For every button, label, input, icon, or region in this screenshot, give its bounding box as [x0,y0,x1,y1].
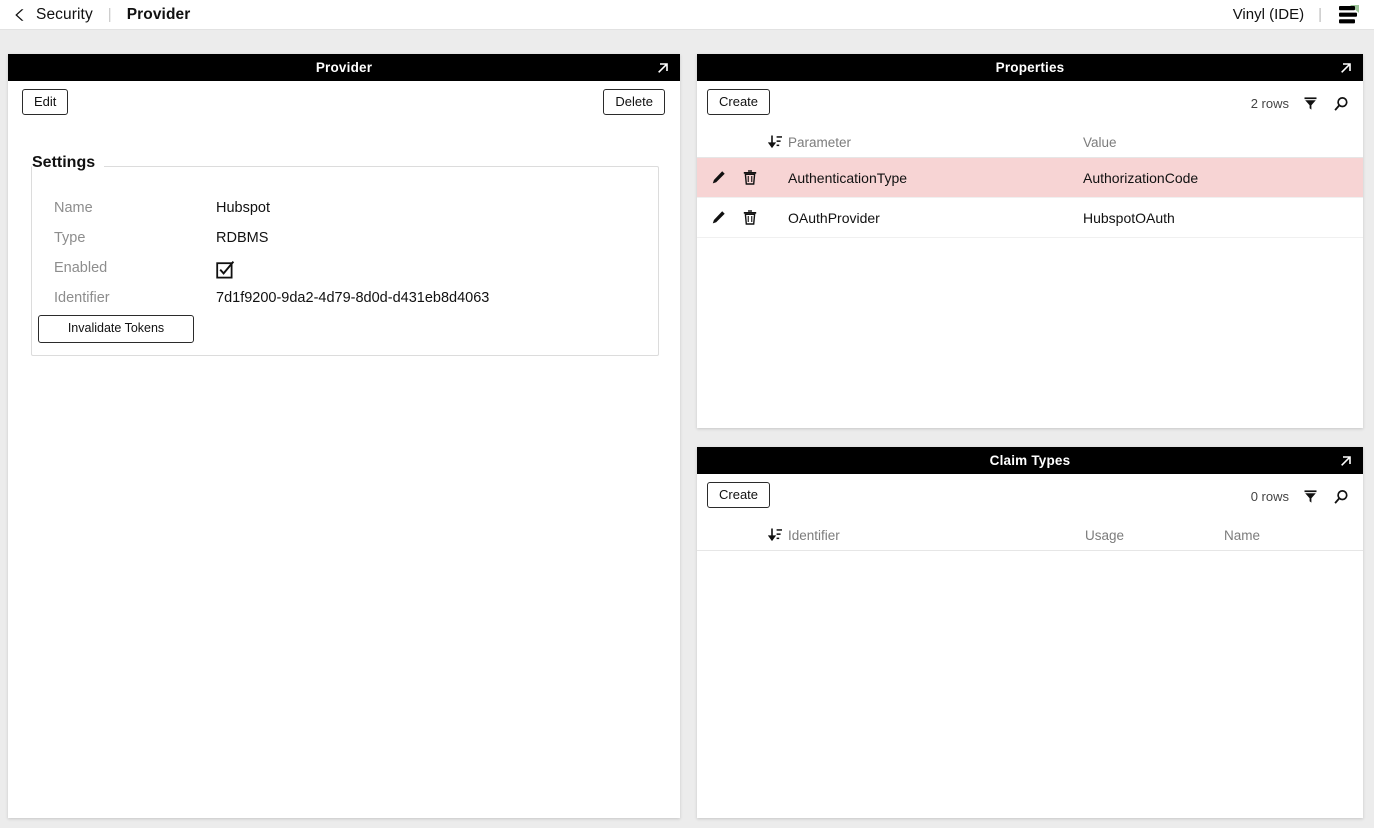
invalidate-tokens-button[interactable]: Invalidate Tokens [38,315,194,343]
sort-descending-icon[interactable] [768,134,784,150]
field-label-name: Name [32,200,216,216]
field-value-name: Hubspot [216,200,270,216]
layers-menu-icon[interactable] [1336,4,1360,26]
provider-toolbar: Edit Delete [8,81,680,127]
back-chevron-icon[interactable] [13,7,27,23]
properties-col-value[interactable]: Value [1083,135,1343,150]
properties-panel: Properties Create 2 rows [697,54,1363,428]
properties-row-actions [697,170,788,186]
properties-cell-value: AuthorizationCode [1083,170,1343,186]
pencil-icon[interactable] [710,170,726,186]
claim-types-grid-header: Identifier Usage Name [697,520,1363,551]
app-name-label: Vinyl (IDE) [1233,6,1304,23]
properties-grid-header: Parameter Value [697,127,1363,158]
claim-types-col-identifier[interactable]: Identifier [788,528,1085,543]
delete-button[interactable]: Delete [603,89,665,115]
properties-create-button[interactable]: Create [707,89,770,115]
expand-arrow-icon[interactable] [1338,60,1354,76]
table-row[interactable]: OAuthProvider HubspotOAuth [697,198,1363,238]
breadcrumb: Security | Provider [0,6,190,24]
edit-button[interactable]: Edit [22,89,68,115]
claim-types-panel-header: Claim Types [697,447,1363,474]
expand-arrow-icon[interactable] [655,60,671,76]
field-row-identifier: Identifier 7d1f9200-9da2-4d79-8d0d-d431e… [32,283,658,313]
top-bar-divider: | [1318,6,1322,23]
properties-col-parameter[interactable]: Parameter [788,135,1083,150]
filter-funnel-icon[interactable] [1302,488,1319,505]
claim-types-rows-count: 0 rows [1251,489,1289,504]
claim-types-toolbar: Create 0 rows [697,474,1363,520]
claim-types-panel-title: Claim Types [990,453,1071,468]
pencil-icon[interactable] [710,210,726,226]
field-value-identifier: 7d1f9200-9da2-4d79-8d0d-d431eb8d4063 [216,290,489,306]
properties-toolbar: Create 2 rows [697,81,1363,127]
properties-cell-parameter: AuthenticationType [788,170,1083,186]
top-bar: Security | Provider Vinyl (IDE) | [0,0,1374,30]
field-value-type: RDBMS [216,230,268,246]
claim-types-grid-meta: 0 rows [1251,488,1349,505]
filter-funnel-icon[interactable] [1302,95,1319,112]
expand-arrow-icon[interactable] [1338,453,1354,469]
properties-row-actions [697,210,788,226]
field-row-type: Type RDBMS [32,223,658,253]
properties-cell-value: HubspotOAuth [1083,210,1343,226]
breadcrumb-security-link[interactable]: Security [36,6,93,24]
field-row-enabled: Enabled [32,253,658,283]
breadcrumb-separator: | [108,6,112,23]
search-magnifier-icon[interactable] [1332,488,1349,505]
page-title: Provider [127,6,191,24]
top-bar-right: Vinyl (IDE) | [1233,4,1374,26]
field-row-name: Name Hubspot [32,193,658,223]
enabled-checkbox[interactable] [216,260,233,277]
properties-grid-meta: 2 rows [1251,95,1349,112]
field-label-type: Type [32,230,216,246]
claim-types-panel: Claim Types Create 0 rows [697,447,1363,818]
claim-types-col-name[interactable]: Name [1224,528,1344,543]
properties-panel-header: Properties [697,54,1363,81]
properties-cell-parameter: OAuthProvider [788,210,1083,226]
provider-panel-header: Provider [8,54,680,81]
table-row[interactable]: AuthenticationType AuthorizationCode [697,158,1363,198]
provider-panel-title: Provider [316,60,372,75]
properties-panel-title: Properties [996,60,1065,75]
claim-types-col-usage[interactable]: Usage [1085,528,1224,543]
settings-legend: Settings [32,154,104,172]
properties-rows-count: 2 rows [1251,96,1289,111]
provider-panel: Provider Edit Delete Settings Name Hubsp… [8,54,680,818]
search-magnifier-icon[interactable] [1332,95,1349,112]
field-label-enabled: Enabled [32,260,216,276]
trash-icon[interactable] [742,210,758,226]
sort-descending-icon[interactable] [768,527,784,543]
field-label-identifier: Identifier [32,290,216,306]
trash-icon[interactable] [742,170,758,186]
claim-types-create-button[interactable]: Create [707,482,770,508]
properties-grid-body: AuthenticationType AuthorizationCode [697,158,1363,238]
settings-fieldset: Settings Name Hubspot Type RDBMS Enabled… [31,166,659,356]
